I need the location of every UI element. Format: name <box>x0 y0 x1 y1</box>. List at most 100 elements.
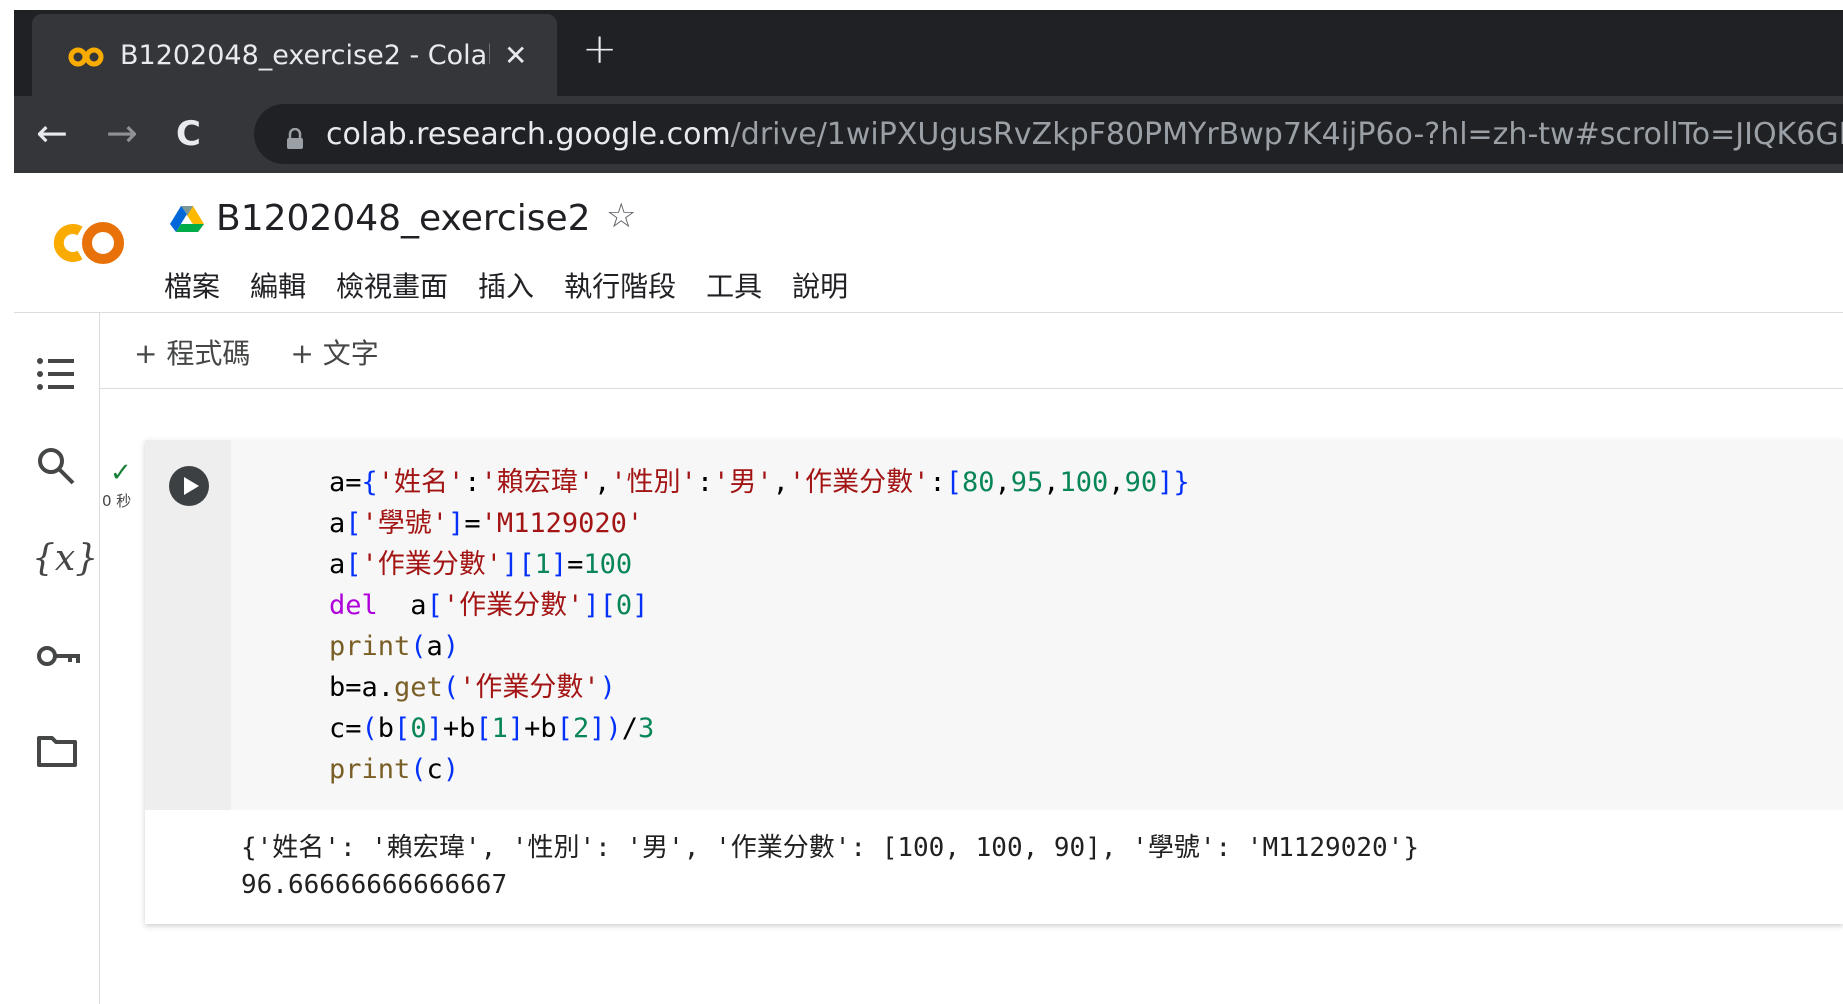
code-token: 1 <box>491 713 508 744</box>
cell-toolbar: + 程式碼 + 文字 <box>134 332 419 372</box>
add-code-button[interactable]: + 程式碼 <box>134 332 250 372</box>
play-icon <box>184 477 199 495</box>
code-line: b=a.get('作業分數') <box>329 667 1190 708</box>
menu-help[interactable]: 說明 <box>792 265 848 305</box>
browser-chrome: B1202048_exercise2 - Colabor ✕ + ← → C c… <box>14 10 1843 173</box>
code-line: print(c) <box>329 749 1190 790</box>
code-token: [ <box>599 590 616 621</box>
code-token: , <box>594 467 611 498</box>
menu-runtime[interactable]: 執行階段 <box>564 265 676 305</box>
menu-bar: 檔案 編輯 檢視畫面 插入 執行階段 工具 說明 <box>164 265 878 305</box>
colab-logo[interactable] <box>44 218 130 272</box>
code-token: : <box>464 467 481 498</box>
notebook-title[interactable]: B1202048_exercise2 <box>216 198 591 239</box>
code-token: b=a. <box>329 672 395 703</box>
add-text-button[interactable]: + 文字 <box>290 332 378 372</box>
google-drive-icon[interactable] <box>170 204 204 236</box>
menu-edit[interactable]: 編輯 <box>250 265 306 305</box>
code-token: [ <box>556 713 573 744</box>
search-icon[interactable] <box>36 446 76 490</box>
code-token: 100 <box>1059 467 1109 498</box>
code-token: ] <box>502 549 519 580</box>
code-token: ( <box>361 713 378 744</box>
code-token: , <box>772 467 789 498</box>
browser-toolbar: ← → C colab.research.google.com/drive/1w… <box>14 96 1843 173</box>
code-token: '作業分數' <box>442 590 584 621</box>
run-cell-button[interactable] <box>169 466 209 506</box>
code-token: ] <box>426 713 443 744</box>
code-token: [ <box>426 590 443 621</box>
header-divider <box>14 312 1843 313</box>
code-token: 3 <box>638 713 655 744</box>
code-token: ] <box>1157 467 1174 498</box>
code-token: 80 <box>961 467 995 498</box>
code-cell[interactable]: a={'姓名':'賴宏瑋','性別':'男','作業分數':[80,95,100… <box>145 440 1843 924</box>
code-line: a={'姓名':'賴宏瑋','性別':'男','作業分數':[80,95,100… <box>329 462 1190 503</box>
code-token: ] <box>632 590 649 621</box>
colab-favicon-icon <box>68 44 104 67</box>
code-token: ( <box>442 672 460 703</box>
code-token: print <box>329 754 411 785</box>
back-icon[interactable]: ← <box>36 111 68 155</box>
execution-time: 0 秒 <box>102 492 132 510</box>
code-token: 0 <box>615 590 633 621</box>
code-token: , <box>994 467 1011 498</box>
menu-view[interactable]: 檢視畫面 <box>336 265 448 305</box>
code-token: a <box>377 590 427 621</box>
address-bar[interactable]: colab.research.google.com/drive/1wiPXUgu… <box>254 104 1843 164</box>
code-token: ( <box>410 631 427 662</box>
new-tab-button[interactable]: + <box>582 24 617 73</box>
url-host: colab.research.google.com <box>326 116 731 152</box>
code-token: = <box>567 549 584 580</box>
forward-icon[interactable]: → <box>106 111 138 155</box>
code-token: a= <box>329 467 362 498</box>
code-token: [ <box>394 713 411 744</box>
tab-title: B1202048_exercise2 - Colabor <box>120 39 490 71</box>
output-line: 96.66666666666667 <box>241 870 508 900</box>
code-token: '性別' <box>610 467 697 498</box>
code-token: a <box>329 508 346 539</box>
menu-insert[interactable]: 插入 <box>478 265 534 305</box>
code-line: del a['作業分數'][0] <box>329 585 1190 626</box>
code-token: : <box>696 467 714 498</box>
code-token: '作業分數' <box>788 467 930 498</box>
toc-icon[interactable] <box>36 356 76 396</box>
code-token: b <box>377 713 395 744</box>
browser-tab[interactable]: B1202048_exercise2 - Colabor ✕ <box>32 14 557 96</box>
code-line: a['學號']='M1129020' <box>329 503 1190 544</box>
code-token: ) <box>605 713 622 744</box>
menu-tools[interactable]: 工具 <box>706 265 762 305</box>
url-path: /drive/1wiPXUgusRvZkpF80PMYrBwp7K4ijP6o-… <box>730 116 1843 152</box>
code-token: ] <box>448 508 465 539</box>
code-token: [ <box>345 549 362 580</box>
code-token: del <box>329 590 378 621</box>
variables-icon[interactable]: {x} <box>32 538 98 579</box>
code-token: +b <box>524 713 557 744</box>
secrets-key-icon[interactable] <box>36 644 80 672</box>
code-token: ) <box>442 631 460 662</box>
cell-output: {'姓名': '賴宏瑋', '性別': '男', '作業分數': [100, 1… <box>241 830 1419 904</box>
code-token: 'M1129020' <box>480 508 644 539</box>
sidebar-divider <box>99 313 100 1004</box>
star-icon[interactable]: ☆ <box>606 196 636 236</box>
code-editor[interactable]: a={'姓名':'賴宏瑋','性別':'男','作業分數':[80,95,100… <box>231 440 1843 810</box>
close-tab-icon[interactable]: ✕ <box>504 39 527 72</box>
output-line: {'姓名': '賴宏瑋', '性別': '男', '作業分數': [100, 1… <box>241 833 1419 863</box>
cell-gutter <box>145 440 231 810</box>
code-token: '姓名' <box>377 467 465 498</box>
folder-icon[interactable] <box>36 734 78 772</box>
reload-icon[interactable]: C <box>176 114 201 154</box>
code-token: c <box>426 754 443 785</box>
code-token: 1 <box>534 549 551 580</box>
code-token: a <box>329 549 346 580</box>
code-token: [ <box>345 508 362 539</box>
code-text: a={'姓名':'賴宏瑋','性別':'男','作業分數':[80,95,100… <box>329 462 1190 790</box>
code-token: a <box>426 631 443 662</box>
menu-file[interactable]: 檔案 <box>164 265 220 305</box>
code-token: ] <box>507 713 525 744</box>
code-token: '男' <box>713 467 773 498</box>
code-token: '作業分數' <box>459 672 600 703</box>
code-token: '作業分數' <box>361 549 503 580</box>
code-token: [ <box>475 713 492 744</box>
code-token: ] <box>550 549 568 580</box>
